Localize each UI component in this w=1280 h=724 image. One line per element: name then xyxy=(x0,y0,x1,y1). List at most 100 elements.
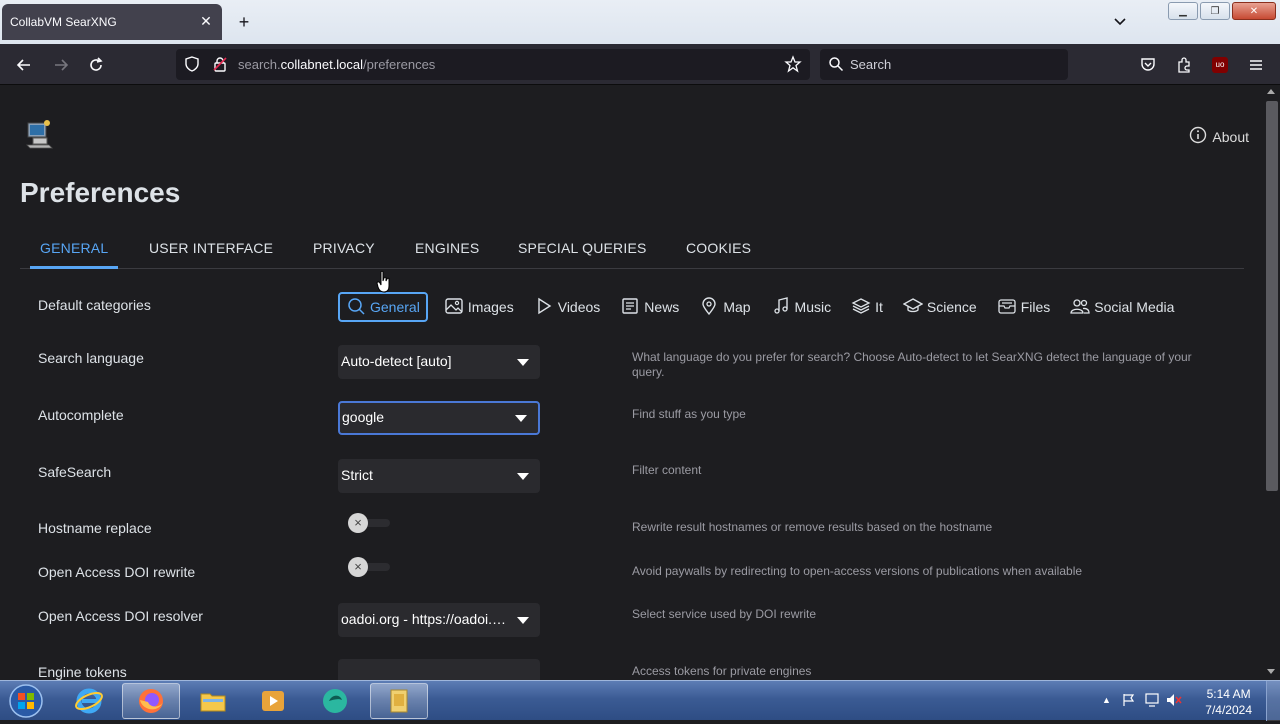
newspaper-icon xyxy=(620,296,640,319)
category-images[interactable]: Images xyxy=(440,292,518,322)
category-it[interactable]: It xyxy=(847,292,887,322)
category-general[interactable]: General xyxy=(338,292,428,322)
tab-general[interactable]: GENERAL xyxy=(40,240,108,256)
tab-collabvm-searxng[interactable]: CollabVM SearXNG ✕ xyxy=(2,4,222,40)
graduation-cap-icon xyxy=(902,296,924,319)
scroll-down-icon[interactable] xyxy=(1267,669,1275,674)
clock-time: 5:14 AM xyxy=(1206,687,1251,701)
category-map[interactable]: Map xyxy=(695,292,754,322)
forward-arrow-icon[interactable] xyxy=(50,54,72,76)
window-close-icon[interactable]: ✕ xyxy=(1232,2,1276,20)
chevron-down-icon xyxy=(517,473,529,480)
preferences-tabs: GENERAL USER INTERFACE PRIVACY ENGINES S… xyxy=(20,235,1244,269)
internet-explorer-icon[interactable] xyxy=(60,683,118,719)
music-note-icon xyxy=(771,296,791,319)
people-icon xyxy=(1070,296,1090,319)
file-explorer-icon[interactable] xyxy=(184,683,242,719)
engine-tokens-help: Access tokens for private engines xyxy=(632,664,812,678)
hostname-replace-label: Hostname replace xyxy=(38,520,152,536)
url-prefix: search. xyxy=(238,57,281,72)
minimize-icon[interactable]: ▁ xyxy=(1168,2,1198,20)
hostname-replace-toggle[interactable]: × xyxy=(348,513,390,533)
clock-date: 7/4/2024 xyxy=(1205,703,1252,717)
action-center-flag-icon[interactable] xyxy=(1122,693,1136,712)
shield-icon[interactable] xyxy=(184,56,200,77)
back-arrow-icon[interactable] xyxy=(13,54,35,76)
url-bar[interactable]: search.collabnet.local/preferences xyxy=(176,49,810,80)
category-science[interactable]: Science xyxy=(899,292,981,322)
location-pin-icon xyxy=(699,296,719,319)
tab-privacy[interactable]: PRIVACY xyxy=(313,240,375,256)
safesearch-select[interactable]: Strict xyxy=(338,459,540,493)
hand-cursor-icon xyxy=(376,270,392,294)
engine-tokens-label: Engine tokens xyxy=(38,664,127,680)
volume-muted-icon[interactable] xyxy=(1166,693,1182,712)
oa-doi-resolver-label: Open Access DOI resolver xyxy=(38,608,203,624)
teal-app-icon[interactable] xyxy=(306,683,364,719)
close-tab-icon[interactable]: ✕ xyxy=(198,13,214,29)
toggle-off-icon: × xyxy=(348,557,368,577)
category-news[interactable]: News xyxy=(616,292,683,322)
search-bar[interactable]: Search xyxy=(820,49,1068,80)
reload-icon[interactable] xyxy=(85,54,107,76)
show-desktop-button[interactable] xyxy=(1266,681,1280,721)
autocomplete-value: google xyxy=(342,409,385,425)
hamburger-menu-icon[interactable] xyxy=(1245,54,1267,76)
category-label: Science xyxy=(926,299,977,315)
search-language-select[interactable]: Auto-detect [auto] xyxy=(338,345,540,379)
page-title: Preferences xyxy=(20,177,181,208)
category-label: News xyxy=(644,299,680,315)
autocomplete-label: Autocomplete xyxy=(38,407,124,423)
chevron-down-icon xyxy=(517,617,529,624)
oa-doi-rewrite-toggle[interactable]: × xyxy=(348,557,390,577)
tab-user-interface[interactable]: USER INTERFACE xyxy=(149,240,273,256)
chevron-down-icon xyxy=(515,415,527,422)
engine-tokens-input[interactable] xyxy=(338,659,540,680)
category-videos[interactable]: Videos xyxy=(530,292,605,322)
url-host: collabnet.local xyxy=(280,57,364,72)
file-tray-icon xyxy=(997,296,1017,319)
page-content: About Preferences GENERAL USER INTERFACE… xyxy=(0,85,1262,680)
category-files[interactable]: Files xyxy=(993,292,1055,322)
category-label: Social Media xyxy=(1094,299,1175,315)
oa-doi-rewrite-label: Open Access DOI rewrite xyxy=(38,564,196,580)
safesearch-value: Strict xyxy=(341,467,373,483)
folder-app-icon[interactable] xyxy=(370,683,428,719)
tab-cookies[interactable]: COOKIES xyxy=(686,240,751,256)
list-all-tabs-icon[interactable] xyxy=(1110,12,1130,32)
system-clock[interactable]: 5:14 AM 7/4/2024 xyxy=(1205,686,1252,718)
category-label: Map xyxy=(723,299,751,315)
url-path: /preferences xyxy=(363,57,436,72)
oa-doi-resolver-select[interactable]: oadoi.org - https://oadoi.org/ xyxy=(338,603,540,637)
scrollbar-thumb[interactable] xyxy=(1266,101,1278,491)
new-tab-icon[interactable]: + xyxy=(234,12,254,32)
page-scrollbar[interactable] xyxy=(1262,85,1280,680)
show-hidden-icons-icon[interactable]: ▲ xyxy=(1102,695,1111,705)
category-social-media[interactable]: Social Media xyxy=(1066,292,1178,322)
autocomplete-select[interactable]: google xyxy=(338,401,540,435)
ublock-origin-icon[interactable]: uo xyxy=(1209,54,1231,76)
extensions-icon[interactable] xyxy=(1173,54,1195,76)
category-music[interactable]: Music xyxy=(767,292,836,322)
lock-icon[interactable] xyxy=(212,56,228,77)
restore-icon[interactable]: ❐ xyxy=(1200,2,1230,20)
layers-icon xyxy=(851,296,871,319)
tab-special-queries[interactable]: SPECIAL QUERIES xyxy=(518,240,647,256)
tab-title: CollabVM SearXNG xyxy=(10,15,117,29)
pocket-icon[interactable] xyxy=(1137,54,1159,76)
network-icon[interactable] xyxy=(1144,693,1160,712)
bookmark-star-icon[interactable] xyxy=(784,55,802,78)
tab-engines[interactable]: ENGINES xyxy=(415,240,479,256)
firefox-icon[interactable] xyxy=(122,683,180,719)
media-player-icon[interactable] xyxy=(244,683,302,719)
about-link[interactable]: About xyxy=(1189,126,1249,147)
navigation-toolbar: search.collabnet.local/preferences Searc… xyxy=(0,44,1280,85)
start-button-icon[interactable] xyxy=(6,683,46,719)
hostname-replace-help: Rewrite result hostnames or remove resul… xyxy=(632,520,993,534)
info-icon xyxy=(1189,126,1207,147)
default-categories-label: Default categories xyxy=(38,297,151,313)
scroll-up-icon[interactable] xyxy=(1267,89,1275,94)
searxng-logo[interactable] xyxy=(25,117,53,151)
category-list: General Images Videos News Map Music It xyxy=(338,292,1190,322)
window-controls: ▁ ❐ ✕ xyxy=(1168,2,1276,20)
